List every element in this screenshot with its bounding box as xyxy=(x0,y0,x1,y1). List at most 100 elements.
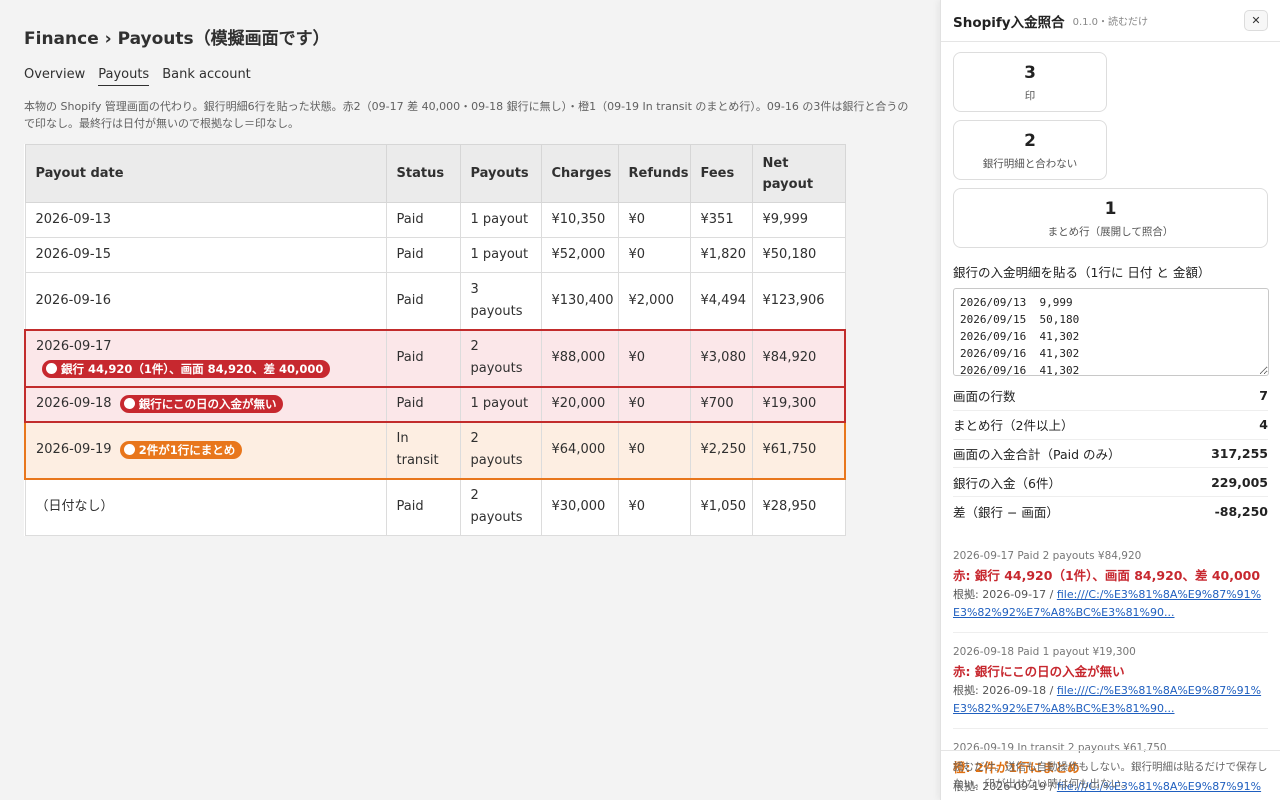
cell-status: Paid xyxy=(385,478,461,536)
cell-net-payout: ¥19,300 xyxy=(751,385,846,423)
stat-value: 7 xyxy=(1259,388,1268,404)
cell-payouts: 2 payouts xyxy=(459,478,542,536)
stat-label: 銀行の入金（6件） xyxy=(953,475,1061,491)
cell-date: 2026-09-15 xyxy=(24,237,387,273)
table-row[interactable]: 2026-09-13 Paid 1 payout ¥10,350 ¥0 ¥351… xyxy=(24,202,846,238)
cell-date: 2026-09-19 2件が1行にまとめ xyxy=(24,420,387,480)
stats-list: 画面の行数 7 まとめ行（2件以上） 4 画面の入金合計（Paid のみ） 31… xyxy=(953,382,1268,526)
table-row[interactable]: （日付なし） Paid 2 payouts ¥30,000 ¥0 ¥1,050 … xyxy=(24,478,846,536)
page-title: Finance › Payouts（模擬画面です） xyxy=(24,29,330,49)
table-row-flag-red[interactable]: 2026-09-18 銀行にこの日の入金が無い Paid 1 payout ¥2… xyxy=(24,385,846,423)
stat-value: -88,250 xyxy=(1214,504,1268,520)
cell-refunds: ¥0 xyxy=(617,478,691,536)
tab-payouts[interactable]: Payouts xyxy=(98,66,150,86)
close-button[interactable]: ✕ xyxy=(1244,10,1268,31)
cell-status: Paid xyxy=(385,272,461,330)
col-header-payout-date[interactable]: Payout date xyxy=(24,144,387,203)
cell-fees: ¥351 xyxy=(689,202,753,238)
stat-row: 差（銀行 − 画面） -88,250 xyxy=(953,497,1268,526)
panel-title: Shopify入金照合 xyxy=(953,14,1065,31)
red-flag-badge: 銀行にこの日の入金が無い xyxy=(119,394,284,413)
card-label: 銀行明細と合わない xyxy=(982,157,1078,170)
issue-basis: 根拠: 2026-09-17 / file:///C:/%E3%81%8A%E9… xyxy=(953,586,1268,622)
card-label: 印 xyxy=(1024,89,1036,102)
cell-payouts: 1 payout xyxy=(459,237,542,273)
cell-status: Paid xyxy=(385,385,461,423)
card-label: まとめ行（展開して照合） xyxy=(1047,225,1174,238)
cell-date: （日付なし） xyxy=(24,478,387,536)
flag-badge-text: 銀行にこの日の入金が無い xyxy=(138,396,277,411)
main-content: Finance › Payouts（模擬画面です） Overview Payou… xyxy=(0,0,940,800)
table-row-flag-red[interactable]: 2026-09-17 銀行 44,920（1件）、画面 84,920、差 40,… xyxy=(24,328,846,388)
grouped-count-card: 1 まとめ行（展開して照合） xyxy=(953,188,1268,248)
cell-refunds: ¥0 xyxy=(617,328,691,388)
summary-cards: 3 印 2 銀行明細と合わない 1 まとめ行（展開して照合） xyxy=(941,42,1280,248)
tab-overview[interactable]: Overview xyxy=(24,66,85,86)
cell-payouts: 1 payout xyxy=(459,202,542,238)
stat-label: 画面の行数 xyxy=(953,389,1016,405)
tab-bank-account[interactable]: Bank account xyxy=(162,66,251,86)
cell-refunds: ¥2,000 xyxy=(617,272,691,330)
cell-payouts-text: 2 payouts xyxy=(470,339,523,376)
cell-status-text: In transit xyxy=(396,431,439,468)
cell-charges: ¥88,000 xyxy=(540,328,619,388)
col-header-fees[interactable]: Fees xyxy=(689,144,753,203)
cell-refunds: ¥0 xyxy=(617,237,691,273)
cell-net-payout: ¥123,906 xyxy=(751,272,846,330)
cell-date: 2026-09-17 銀行 44,920（1件）、画面 84,920、差 40,… xyxy=(24,328,387,388)
close-icon: ✕ xyxy=(1251,14,1261,27)
cell-date-text: 2026-09-18 xyxy=(36,396,112,411)
flag-dot-icon xyxy=(123,398,135,409)
table-row-flag-orange[interactable]: 2026-09-19 2件が1行にまとめ In transit 2 payout… xyxy=(24,420,846,480)
table-header-row: Payout date Status Payouts Charges Refun… xyxy=(24,144,846,203)
bank-statement-input[interactable] xyxy=(953,288,1269,376)
col-header-refunds[interactable]: Refunds xyxy=(617,144,691,203)
cell-status: Paid xyxy=(385,202,461,238)
col-header-payouts[interactable]: Payouts xyxy=(459,144,542,203)
issue-item: 2026-09-18 Paid 1 payout ¥19,300 赤: 銀行にこ… xyxy=(953,633,1268,729)
cell-fees: ¥3,080 xyxy=(689,328,753,388)
panel-version: 0.1.0・読むだけ xyxy=(1072,17,1149,28)
cell-status: In transit xyxy=(385,420,461,480)
cell-net-payout: ¥50,180 xyxy=(751,237,846,273)
cell-date-text: 2026-09-19 xyxy=(36,442,112,457)
cell-payouts: 3 payouts xyxy=(459,272,542,330)
card-number: 3 xyxy=(1024,62,1036,83)
cell-payouts: 2 payouts xyxy=(459,420,542,480)
issue-meta: 2026-09-18 Paid 1 payout ¥19,300 xyxy=(953,645,1136,658)
cell-charges: ¥64,000 xyxy=(540,420,619,480)
col-header-net-payout[interactable]: Net payout xyxy=(751,144,846,203)
issue-meta: 2026-09-17 Paid 2 payouts ¥84,920 xyxy=(953,549,1142,562)
reconcile-panel: Shopify入金照合 0.1.0・読むだけ ✕ 3 印 2 銀行明細と合わない… xyxy=(940,0,1280,800)
mark-count-card: 3 印 xyxy=(953,52,1107,112)
issue-verdict: 赤: 銀行 44,920（1件）、画面 84,920、差 40,000 xyxy=(953,567,1261,583)
cell-payouts-text: 2 payouts xyxy=(470,488,523,526)
cell-fees: ¥1,050 xyxy=(689,478,753,536)
cell-charges: ¥10,350 xyxy=(540,202,619,238)
payouts-table: Payout date Status Payouts Charges Refun… xyxy=(24,144,846,536)
cell-payouts-text: 2 payouts xyxy=(470,431,523,468)
basis-prefix: 根拠: 2026-09-18 / xyxy=(953,683,1057,697)
card-number: 1 xyxy=(1104,198,1117,219)
cell-refunds: ¥0 xyxy=(617,385,691,423)
cell-charges: ¥30,000 xyxy=(540,478,619,536)
cell-status: Paid xyxy=(385,328,461,388)
flag-badge-text: 2件が1行にまとめ xyxy=(138,442,236,457)
cell-status: Paid xyxy=(385,237,461,273)
table-row[interactable]: 2026-09-15 Paid 1 payout ¥52,000 ¥0 ¥1,8… xyxy=(24,237,846,273)
stat-value: 229,005 xyxy=(1211,474,1268,490)
col-header-charges[interactable]: Charges xyxy=(540,144,619,203)
cell-payouts-text: 3 payouts xyxy=(470,281,523,319)
issue-verdict: 赤: 銀行にこの日の入金が無い xyxy=(953,663,1125,679)
cell-payouts: 2 payouts xyxy=(459,328,542,388)
cell-charges: ¥130,400 xyxy=(540,272,619,330)
panel-footer-note: 読むだけ。送信も自動操作もしない。銀行明細は貼るだけで保存しない。印が出せない時… xyxy=(941,750,1280,800)
stat-row: 画面の行数 7 xyxy=(953,382,1268,411)
flag-dot-icon xyxy=(123,444,135,455)
cell-date: 2026-09-13 xyxy=(24,202,387,238)
cell-fees: ¥4,494 xyxy=(689,272,753,330)
table-row[interactable]: 2026-09-16 Paid 3 payouts ¥130,400 ¥2,00… xyxy=(24,272,846,330)
cell-date-text: 2026-09-17 xyxy=(36,339,112,354)
col-header-status[interactable]: Status xyxy=(385,144,461,203)
cell-fees: ¥700 xyxy=(689,385,753,423)
